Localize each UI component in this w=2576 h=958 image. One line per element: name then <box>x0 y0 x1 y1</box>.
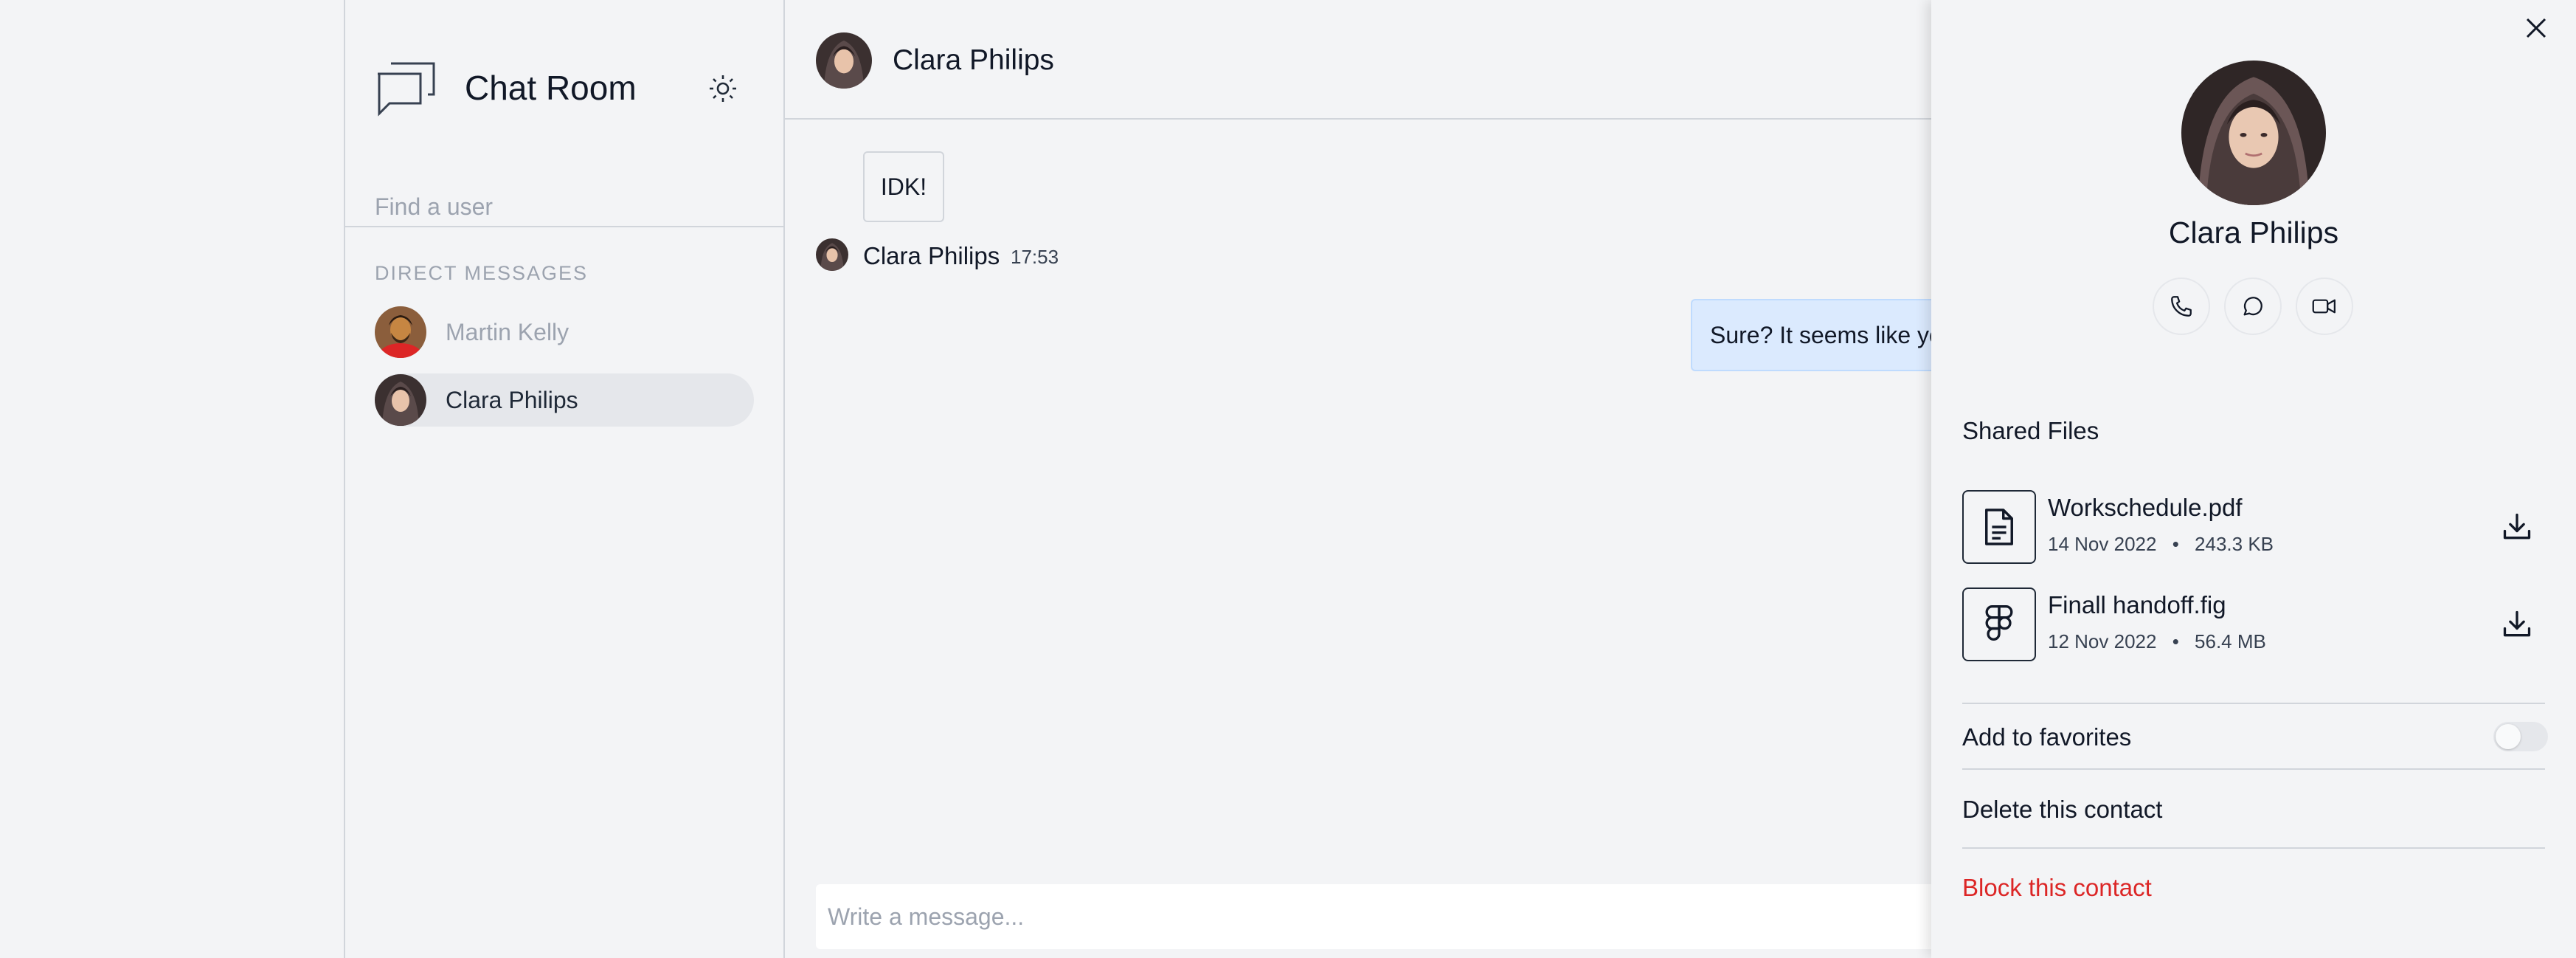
sidebar-item-label: Martin Kelly <box>446 318 569 345</box>
video-camera-icon <box>2312 299 2336 314</box>
sidebar-item-clara-philips[interactable]: Clara Philips <box>375 373 754 427</box>
avatar <box>816 238 848 271</box>
file-name[interactable]: Workschedule.pdf <box>2048 494 2243 522</box>
file-date: 12 Nov 2022 <box>2048 630 2157 652</box>
shared-files-title: Shared Files <box>1962 417 2099 444</box>
file-meta: 14 Nov 2022 • 243.3 KB <box>2048 533 2274 556</box>
user-search-input[interactable] <box>375 185 785 229</box>
document-icon <box>1985 509 2013 545</box>
file-date: 14 Nov 2022 <box>2048 533 2157 555</box>
divider <box>1962 768 2545 770</box>
separator-dot: • <box>2172 630 2179 652</box>
favorites-toggle[interactable] <box>2493 722 2548 751</box>
download-button[interactable] <box>2496 604 2538 645</box>
download-icon <box>2503 513 2531 540</box>
chat-logo-icon <box>375 61 437 118</box>
sidebar-item-martin-kelly[interactable]: Martin Kelly <box>375 306 754 359</box>
file-type-badge <box>1962 490 2036 564</box>
video-call-button[interactable] <box>2296 278 2353 335</box>
avatar <box>375 306 426 358</box>
avatar <box>375 374 426 426</box>
download-button[interactable] <box>2496 506 2538 548</box>
figma-icon <box>1985 605 2013 641</box>
download-icon <box>2503 610 2531 637</box>
message-sender-name: Clara Philips <box>863 242 1000 269</box>
file-type-badge <box>1962 587 2036 661</box>
divider <box>1962 847 2545 849</box>
contact-profile-panel: Clara Philips Shared Files Workschedule.… <box>1931 0 2576 958</box>
close-button[interactable] <box>2518 10 2554 46</box>
file-meta: 12 Nov 2022 • 56.4 MB <box>2048 630 2266 653</box>
avatar <box>2181 61 2326 205</box>
close-icon <box>2526 18 2546 38</box>
direct-messages-header: DIRECT MESSAGES <box>375 262 589 284</box>
file-size: 243.3 KB <box>2195 533 2274 555</box>
file-name[interactable]: Finall handoff.fig <box>2048 591 2226 619</box>
message-timestamp: 17:53 <box>1011 246 1059 268</box>
block-contact-button[interactable]: Block this contact <box>1962 874 2152 902</box>
sidebar: Chat Room DIRECT MESSAGES Martin Kelly <box>344 0 785 958</box>
incoming-message-bubble: IDK! <box>863 151 944 222</box>
theme-toggle-button[interactable] <box>707 72 739 105</box>
message-button[interactable] <box>2224 278 2282 335</box>
profile-name: Clara Philips <box>2168 216 2339 249</box>
file-size: 56.4 MB <box>2195 630 2266 652</box>
divider <box>1962 703 2545 704</box>
toggle-knob <box>2496 724 2521 749</box>
phone-icon <box>2171 296 2192 317</box>
add-to-favorites-label: Add to favorites <box>1962 723 2132 751</box>
chat-bubble-icon <box>2243 297 2262 316</box>
sidebar-item-label: Clara Philips <box>446 386 578 413</box>
sun-icon <box>710 75 736 102</box>
app-title: Chat Room <box>465 69 637 107</box>
delete-contact-button[interactable]: Delete this contact <box>1962 796 2162 824</box>
chat-contact-name[interactable]: Clara Philips <box>893 44 1054 77</box>
search-underline <box>345 226 785 227</box>
separator-dot: • <box>2172 533 2179 555</box>
avatar[interactable] <box>816 32 872 89</box>
call-button[interactable] <box>2153 278 2210 335</box>
